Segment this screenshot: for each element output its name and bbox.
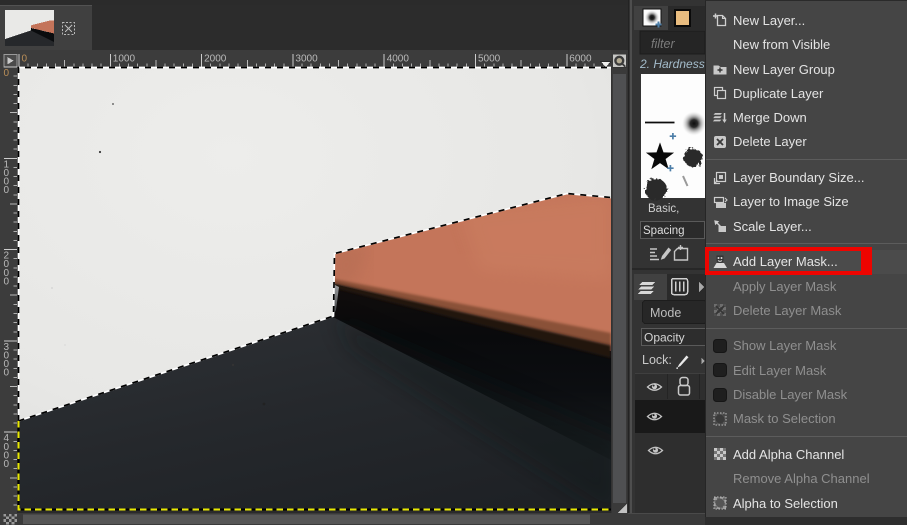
svg-text:filter: filter	[651, 37, 675, 51]
svg-text:0: 0	[4, 68, 10, 79]
svg-text:0: 0	[4, 368, 10, 379]
svg-text:6000: 6000	[569, 54, 592, 65]
svg-text:5000: 5000	[478, 54, 501, 65]
svg-text:2000: 2000	[204, 54, 227, 65]
svg-text:Opacity: Opacity	[644, 331, 685, 345]
svg-text:Mode: Mode	[650, 306, 681, 320]
svg-text:1000: 1000	[113, 54, 136, 65]
svg-text:Lock:: Lock:	[642, 353, 672, 367]
svg-text:3000: 3000	[295, 54, 318, 65]
svg-text:Spacing: Spacing	[643, 225, 685, 237]
svg-text:4000: 4000	[387, 54, 410, 65]
svg-text:0: 0	[4, 459, 10, 470]
svg-text:Basic,: Basic,	[648, 203, 679, 215]
svg-text:0: 0	[22, 54, 28, 65]
svg-text:0: 0	[4, 185, 10, 196]
svg-text:0: 0	[4, 276, 10, 287]
